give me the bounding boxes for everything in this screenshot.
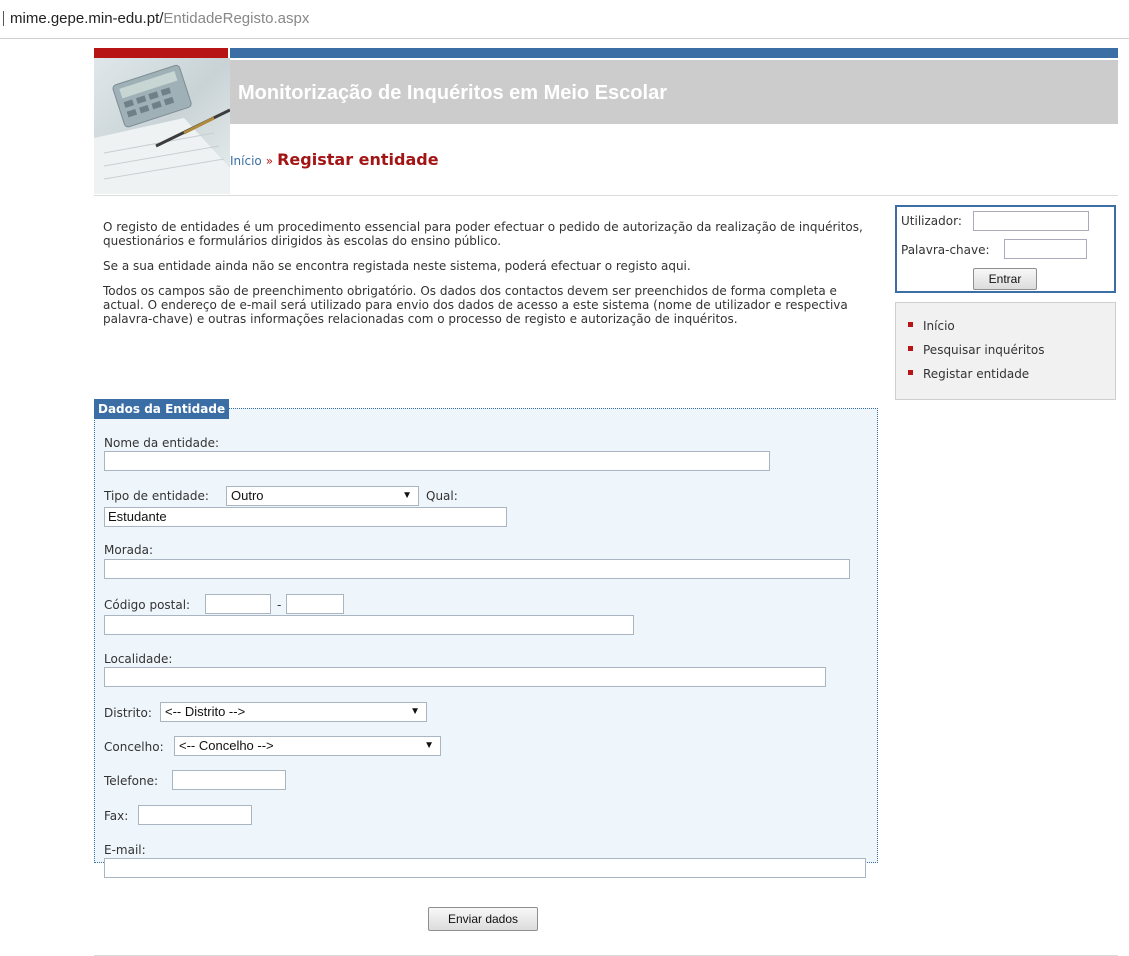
username-label: Utilizador: <box>901 214 962 228</box>
nav-item-label: Registar entidade <box>923 367 1030 381</box>
email-input[interactable] <box>104 858 866 878</box>
localidade-label: Localidade: <box>104 652 173 666</box>
password-input[interactable] <box>1004 239 1087 259</box>
intro-paragraph-1: O registo de entidades é um procedimento… <box>103 220 863 248</box>
text-caret <box>3 11 4 26</box>
page-title: Registar entidade <box>277 150 439 169</box>
nav-item-inicio[interactable]: Início <box>908 319 1044 343</box>
telefone-input[interactable] <box>172 770 286 790</box>
site-title: Monitorização de Inquéritos em Meio Esco… <box>238 82 667 104</box>
distrito-select-value: <-- Distrito --> <box>165 704 246 719</box>
tipo-select-value: Outro <box>231 488 264 503</box>
title-band: Monitorização de Inquéritos em Meio Esco… <box>230 60 1118 124</box>
fieldset-legend: Dados da Entidade <box>94 399 230 419</box>
concelho-label: Concelho: <box>104 740 164 754</box>
codigo-postal-part1-input[interactable] <box>205 594 271 614</box>
tipo-label: Tipo de entidade: <box>104 489 209 503</box>
password-label: Palavra-chave: <box>901 243 990 257</box>
nav-item-registar-entidade[interactable]: Registar entidade <box>908 367 1044 391</box>
breadcrumb: Início» Registar entidade <box>230 150 439 169</box>
fax-input[interactable] <box>138 805 252 825</box>
telefone-label: Telefone: <box>104 774 158 788</box>
nome-label: Nome da entidade: <box>104 436 220 450</box>
url-host: mime.gepe.min-edu.pt/ <box>10 10 164 27</box>
distrito-label: Distrito: <box>104 706 152 720</box>
tipo-select[interactable]: Outro ▼ <box>226 486 419 506</box>
morada-label: Morada: <box>104 543 153 557</box>
side-nav: Início Pesquisar inquéritos Registar ent… <box>895 302 1116 400</box>
username-input[interactable] <box>973 211 1089 231</box>
url-text[interactable]: mime.gepe.min-edu.pt/EntidadeRegisto.asp… <box>10 10 309 27</box>
localidade-input[interactable] <box>104 667 826 687</box>
codigo-postal-part2-input[interactable] <box>286 594 344 614</box>
morada-input[interactable] <box>104 559 850 579</box>
codigo-postal-label: Código postal: <box>104 598 191 612</box>
intro-paragraph-2: Se a sua entidade ainda não se encontra … <box>103 259 691 273</box>
header-blue-bar <box>230 48 1118 58</box>
header-calculator-image <box>94 58 230 194</box>
dropdown-arrow-icon: ▼ <box>402 490 412 501</box>
bullet-icon <box>908 322 913 327</box>
entity-data-fieldset <box>94 408 878 863</box>
distrito-select[interactable]: <-- Distrito --> ▼ <box>160 702 427 722</box>
breadcrumb-separator: » <box>265 154 274 168</box>
intro-paragraph-3: Todos os campos são de preenchimento obr… <box>103 284 848 326</box>
qual-input[interactable]: Estudante <box>104 507 507 527</box>
nav-item-pesquisar-inqueritos[interactable]: Pesquisar inquéritos <box>908 343 1044 367</box>
dropdown-arrow-icon: ▼ <box>410 706 420 717</box>
header-divider <box>94 195 1118 196</box>
nav-item-label: Início <box>923 319 955 333</box>
url-path: EntidadeRegisto.aspx <box>163 10 310 27</box>
nav-item-label: Pesquisar inquéritos <box>923 343 1045 357</box>
address-bar[interactable]: mime.gepe.min-edu.pt/EntidadeRegisto.asp… <box>0 0 1129 39</box>
login-button[interactable]: Entrar <box>973 268 1037 290</box>
dropdown-arrow-icon: ▼ <box>424 740 434 751</box>
qual-label: Qual: <box>426 489 458 503</box>
breadcrumb-home-link[interactable]: Início <box>230 154 262 168</box>
email-label: E-mail: <box>104 843 146 857</box>
submit-button[interactable]: Enviar dados <box>428 907 538 931</box>
intro-text: O registo de entidades é um procedimento… <box>103 220 873 337</box>
bullet-icon <box>908 346 913 351</box>
codigo-postal-dash: - <box>277 598 282 612</box>
concelho-select[interactable]: <-- Concelho --> ▼ <box>174 736 441 756</box>
codigo-postal-localidade-input[interactable] <box>104 615 634 635</box>
login-box: Utilizador: Palavra-chave: Entrar <box>895 205 1116 293</box>
fax-label: Fax: <box>104 809 129 823</box>
bullet-icon <box>908 370 913 375</box>
nome-input[interactable] <box>104 451 770 471</box>
header-red-bar <box>94 48 228 58</box>
concelho-select-value: <-- Concelho --> <box>179 738 274 753</box>
